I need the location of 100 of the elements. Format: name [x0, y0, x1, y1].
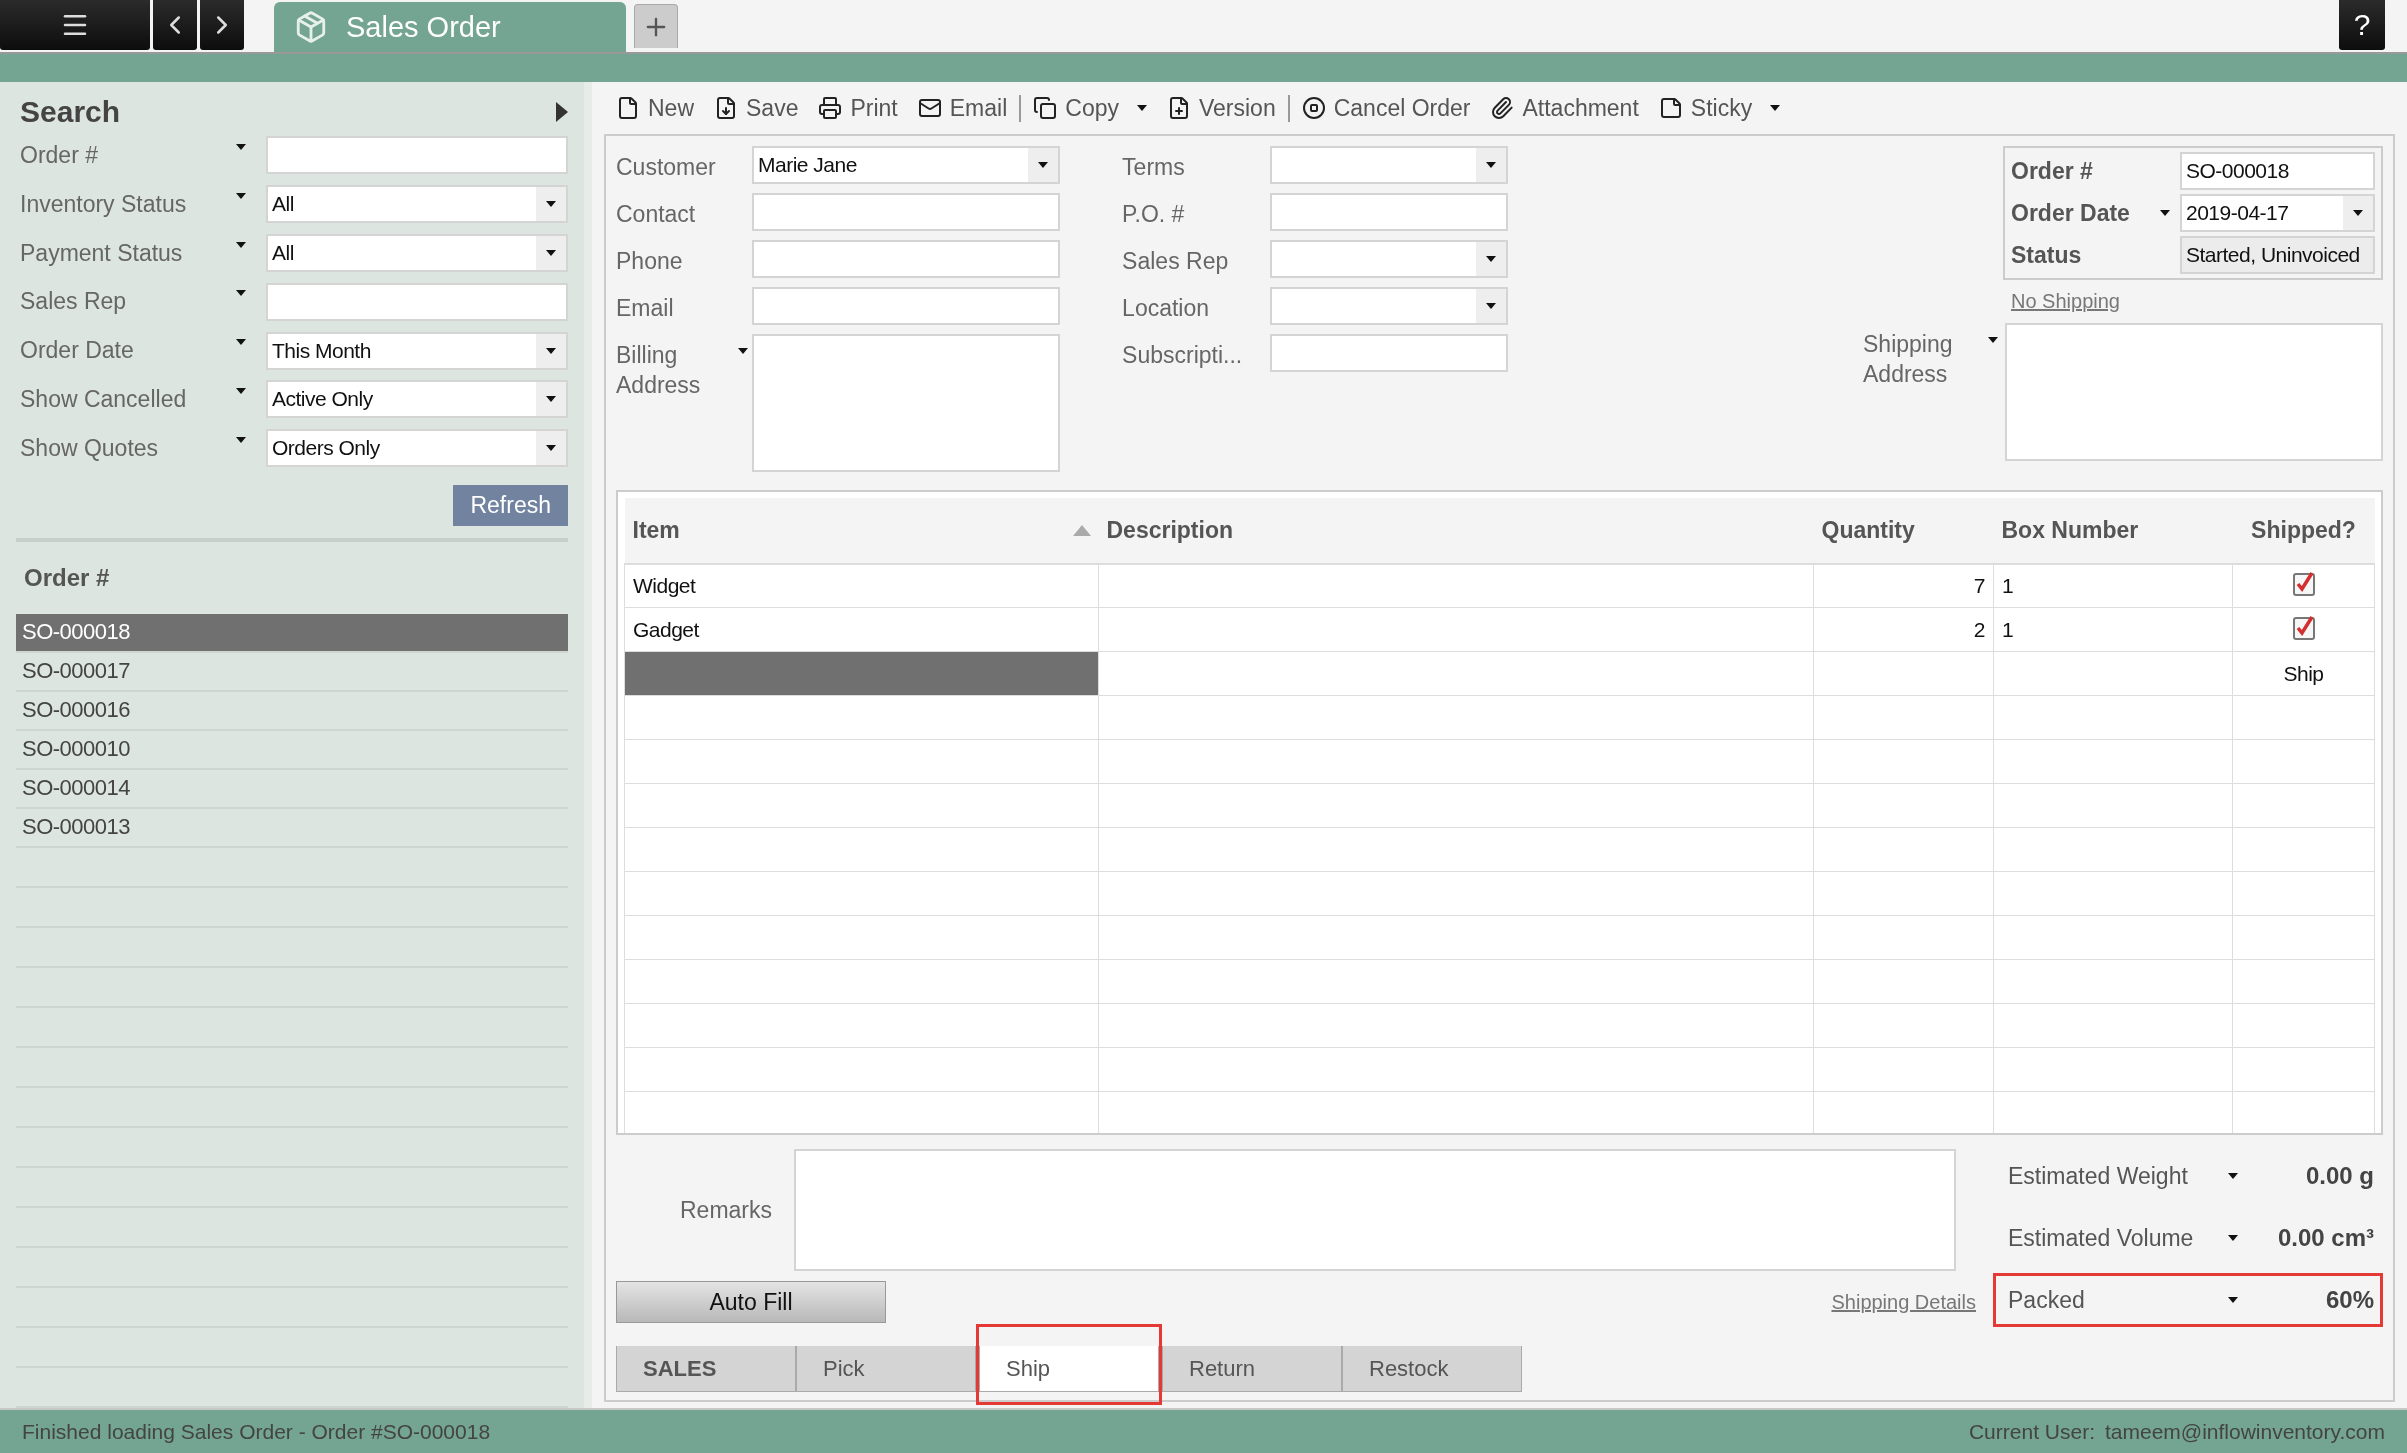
input-field[interactable]	[752, 193, 1060, 231]
order-list-item[interactable]: SO-000018	[16, 613, 568, 653]
dropdown-field[interactable]: 2019-04-17	[2180, 194, 2375, 232]
tab-title: Sales Order	[346, 10, 501, 44]
field-label: Terms	[1122, 153, 1186, 182]
dropdown-field[interactable]: Orders Only	[266, 429, 568, 468]
no-shipping-link[interactable]: No Shipping	[2011, 290, 2120, 313]
field-label: Shipping Address	[1863, 330, 1954, 389]
bottom-tab[interactable]: Return	[1162, 1346, 1342, 1392]
toolbar-button[interactable]: Version	[1166, 94, 1276, 122]
list-header: Order #	[24, 563, 111, 592]
table-cell[interactable]: Gadget	[624, 607, 1099, 652]
order-list-item[interactable]: SO-000017	[16, 652, 568, 692]
input-field[interactable]	[752, 287, 1060, 325]
column-header[interactable]: Shipped?	[2232, 497, 2375, 564]
field-label: Order Date	[2011, 199, 2131, 227]
input-field[interactable]	[752, 240, 1060, 278]
field-label: Billing Address	[616, 341, 702, 400]
table-cell: 1	[1993, 607, 2233, 652]
order-list-item[interactable]: SO-000013	[16, 808, 568, 848]
note-icon	[1658, 96, 1683, 120]
dropdown-field[interactable]	[1270, 287, 1509, 325]
column-header[interactable]: Description	[1098, 497, 1814, 564]
table-cell[interactable]	[2232, 607, 2375, 652]
field-label: Phone	[616, 247, 684, 276]
caret-icon	[1486, 162, 1497, 168]
checked-box-icon[interactable]	[2291, 570, 2316, 597]
collapse-arrow-icon[interactable]	[556, 101, 568, 122]
caret-icon	[2228, 1297, 2238, 1304]
help-button[interactable]: ?	[2339, 0, 2385, 50]
dropdown-field[interactable]: This Month	[266, 331, 568, 370]
dropdown-field[interactable]: Active Only	[266, 380, 568, 419]
paperclip-icon	[1490, 96, 1515, 120]
caret-icon	[1486, 303, 1497, 309]
text-area[interactable]	[752, 334, 1060, 472]
caret-icon	[236, 436, 246, 443]
toolbar-button[interactable]: Attachment	[1490, 94, 1639, 122]
refresh-button[interactable]: Refresh	[453, 484, 568, 526]
caret-icon	[1486, 256, 1497, 262]
field-label: Status	[2011, 241, 2083, 269]
table-cell[interactable]	[2232, 563, 2375, 608]
user-email: tameem@inflowinventory.com	[2104, 1419, 2385, 1444]
toolbar-button[interactable]: Sticky	[1658, 94, 1781, 122]
order-list-item[interactable]: SO-000014	[16, 769, 568, 809]
table-cell[interactable]	[624, 651, 1099, 696]
toolbar-button[interactable]: Print	[818, 94, 898, 122]
dropdown-field[interactable]	[1270, 240, 1509, 278]
dropdown-field[interactable]: All	[266, 234, 568, 272]
remarks-field[interactable]	[794, 1149, 1956, 1272]
caret-icon	[546, 250, 556, 256]
input-field[interactable]	[266, 136, 568, 175]
field-label: Email	[616, 294, 675, 323]
bottom-tab[interactable]: Pick	[796, 1346, 976, 1392]
toolbar-button[interactable]: Copy	[1033, 94, 1147, 122]
dropdown-field[interactable]: Marie Jane	[752, 146, 1060, 184]
document-icon	[616, 96, 640, 120]
toolbar-button[interactable]: Email	[917, 94, 1008, 122]
order-list-item[interactable]: SO-000010	[16, 730, 568, 770]
table-cell[interactable]: Ship	[2232, 651, 2375, 696]
caret-icon	[236, 339, 246, 346]
bottom-tab[interactable]: Ship	[979, 1346, 1159, 1392]
filter-label: Sales Rep	[19, 288, 128, 316]
caret-icon	[546, 445, 556, 452]
caret-icon	[236, 388, 246, 394]
toolbar-button[interactable]: Cancel Order	[1301, 94, 1471, 122]
column-header[interactable]: Quantity	[1813, 497, 1994, 564]
order-list-item[interactable]: SO-000016	[16, 691, 568, 731]
auto-fill-button[interactable]: Auto Fill	[616, 1281, 886, 1324]
save-icon	[714, 96, 738, 120]
toolbar-button[interactable]: New	[616, 94, 694, 122]
shipping-details-link[interactable]: Shipping Details	[1831, 1290, 1976, 1314]
table-cell[interactable]: Widget	[624, 563, 1099, 608]
forward-button[interactable]	[200, 0, 244, 50]
filter-label: Order Date	[19, 337, 135, 365]
new-tab-button[interactable]	[634, 4, 678, 48]
checked-box-icon[interactable]	[2291, 614, 2316, 641]
input-field[interactable]: SO-000018	[2180, 152, 2375, 190]
copy-icon	[1033, 96, 1058, 120]
bottom-tab[interactable]: SALES	[616, 1346, 796, 1392]
remarks-label: Remarks	[679, 1196, 772, 1224]
total-value: 0.00 cm³	[2277, 1224, 2374, 1253]
caret-icon	[1770, 105, 1781, 111]
caret-icon	[546, 396, 556, 403]
input-field[interactable]	[1270, 193, 1509, 231]
status-field: Started, Uninvoiced	[2180, 236, 2375, 274]
dropdown-field[interactable]	[1270, 146, 1509, 184]
total-value: 60%	[2325, 1286, 2374, 1315]
dropdown-field[interactable]: All	[266, 185, 568, 224]
input-field[interactable]	[1270, 334, 1509, 372]
bottom-tab[interactable]: Restock	[1342, 1346, 1522, 1392]
caret-icon	[546, 201, 556, 208]
caret-icon	[1038, 162, 1048, 168]
menu-button[interactable]	[0, 0, 150, 50]
column-header[interactable]: Item	[624, 497, 1099, 564]
toolbar-button[interactable]: Save	[714, 94, 799, 122]
text-area[interactable]	[2005, 323, 2383, 461]
input-field[interactable]	[266, 282, 568, 321]
back-button[interactable]	[153, 0, 197, 50]
column-header[interactable]: Box Number	[1993, 497, 2233, 564]
total-value: 0.00 g	[2305, 1162, 2374, 1191]
